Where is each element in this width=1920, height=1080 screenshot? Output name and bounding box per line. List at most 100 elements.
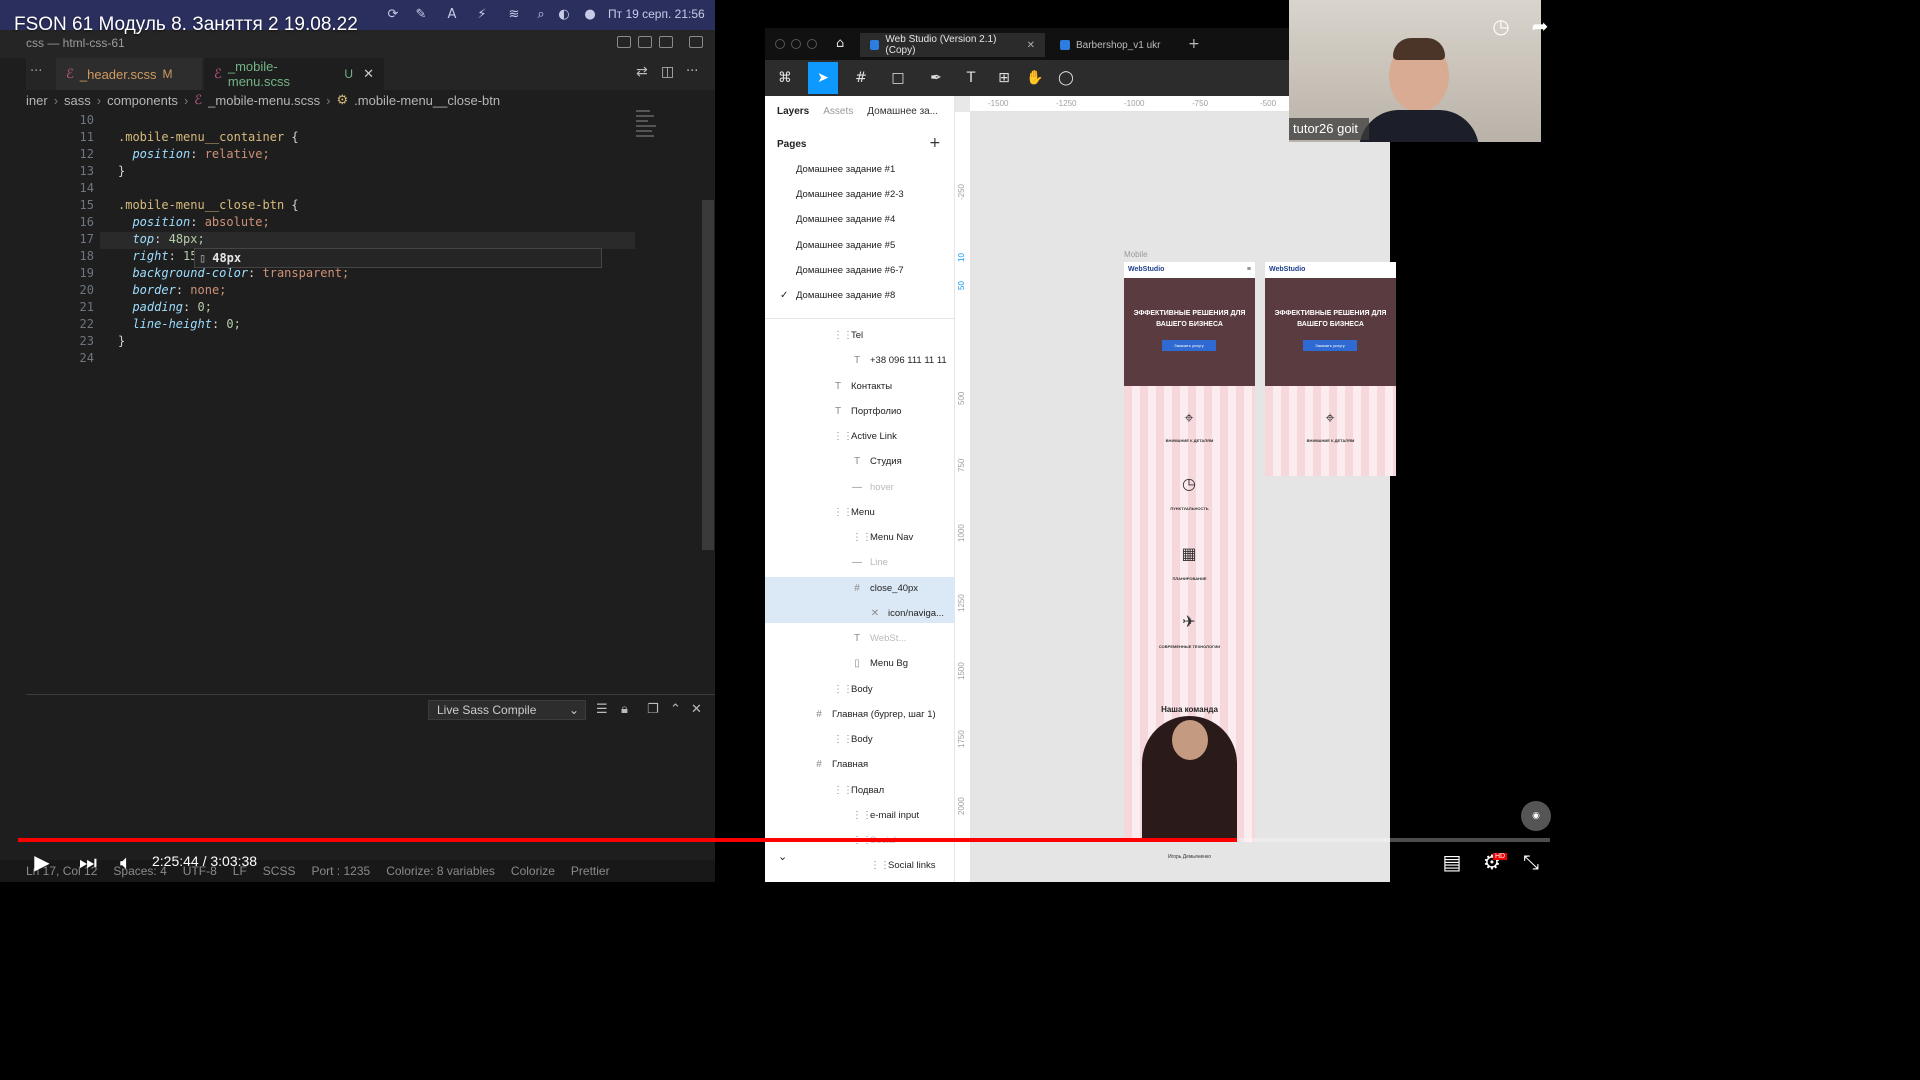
search-icon[interactable]: ⌕ xyxy=(533,7,549,23)
battery-icon[interactable]: ⚡ xyxy=(474,7,490,23)
page-item[interactable]: Домашнее задание #1 xyxy=(796,164,895,175)
figma-tab-webstudio[interactable]: Web Studio (Version 2.1) (Copy) ✕ xyxy=(860,33,1045,57)
tab-mobile-menu-scss[interactable]: ℰ _mobile-menu.scss U ✕ xyxy=(204,58,384,90)
maximize-panel-icon[interactable]: ⌃ xyxy=(670,702,681,717)
layer-item[interactable]: ✕ icon/naviga... xyxy=(870,608,944,619)
frame-label[interactable]: Mobile xyxy=(1124,250,1148,259)
siri-icon[interactable]: ● xyxy=(582,7,598,23)
layer-item[interactable]: — hover xyxy=(852,482,894,493)
pen-tool-icon[interactable]: ✒ xyxy=(925,68,947,88)
minimap[interactable] xyxy=(636,110,666,150)
output-channel-select[interactable]: Live Sass Compile ⌄ xyxy=(428,700,586,720)
add-page-icon[interactable]: + xyxy=(929,135,941,151)
shape-tool-icon[interactable]: □ xyxy=(887,68,909,88)
layer-item[interactable]: T Портфолио xyxy=(833,406,902,417)
pen-icon[interactable]: ✎ xyxy=(413,7,429,23)
breadcrumb-item[interactable]: sass xyxy=(64,93,91,108)
collapse-icon[interactable]: ⌄ xyxy=(778,850,787,863)
live-server-port[interactable]: Port : 1235 xyxy=(311,864,370,878)
toggle-sidebar-icon[interactable] xyxy=(617,36,631,48)
breadcrumb-item[interactable]: components xyxy=(107,93,178,108)
autocomplete-suggestion[interactable]: ▯ 48px xyxy=(194,248,602,268)
layer-item[interactable]: # close_40px xyxy=(852,583,918,594)
layer-item[interactable]: ⋮⋮ Active Link xyxy=(833,431,897,442)
split-editor-icon[interactable]: ◫ xyxy=(661,64,674,80)
layer-item[interactable]: T Студия xyxy=(852,456,902,467)
next-icon[interactable]: ⏭ xyxy=(76,850,100,874)
layer-item[interactable]: ⋮⋮ Menu xyxy=(833,507,875,518)
lock-icon[interactable]: 🔒︎ xyxy=(621,702,628,717)
layer-item[interactable]: # Главная (бургер, шаг 1) xyxy=(814,709,935,720)
volume-icon[interactable]: 🔈︎ xyxy=(114,850,138,874)
control-center-icon[interactable]: ◐ xyxy=(556,7,572,23)
layer-item[interactable]: ⋮⋮ Tel xyxy=(833,330,863,341)
colorize-vars[interactable]: Colorize: 8 variables xyxy=(386,864,495,878)
colorize[interactable]: Colorize xyxy=(511,864,555,878)
language-mode[interactable]: SCSS xyxy=(263,864,296,878)
font-icon[interactable]: A xyxy=(444,7,460,23)
tab-assets[interactable]: Assets xyxy=(823,106,853,117)
close-icon[interactable]: ✕ xyxy=(1027,40,1035,51)
close-panel-icon[interactable]: ✕ xyxy=(691,702,702,717)
page-item[interactable]: Домашнее задание #5 xyxy=(796,240,895,251)
new-tab-icon[interactable]: + xyxy=(1188,36,1200,52)
breadcrumb-item[interactable]: .mobile-menu__close-btn xyxy=(354,93,500,108)
autoplay-icon[interactable]: ◉ xyxy=(1521,801,1551,831)
more-actions-icon[interactable]: ··· xyxy=(686,64,698,79)
mobile-frame[interactable]: WebStudio ≡ ЭФФЕКТИВНЫЕ РЕШЕНИЯ ДЛЯ ВАШЕ… xyxy=(1124,262,1255,842)
page-item[interactable]: Домашнее задание #4 xyxy=(796,214,895,225)
window-zoom-dot[interactable] xyxy=(807,39,817,49)
breadcrumb-item[interactable]: iner xyxy=(26,93,48,108)
layer-item[interactable]: ▯ Menu Bg xyxy=(852,658,908,669)
play-icon[interactable]: ▶ xyxy=(30,850,54,874)
page-item[interactable]: Домашнее задание #8 xyxy=(796,290,895,301)
breadcrumb-item[interactable]: _mobile-menu.scss xyxy=(208,93,320,108)
layer-item[interactable]: T +38 096 111 11 11 xyxy=(852,355,947,366)
clear-output-icon[interactable]: ☰ xyxy=(596,702,608,717)
customize-layout-icon[interactable] xyxy=(689,36,703,48)
more-icon[interactable]: ··· xyxy=(30,64,42,79)
exit-fullscreen-icon[interactable]: ⤡ xyxy=(1519,850,1543,874)
page-selector[interactable]: Домашнее за... xyxy=(867,106,938,117)
layer-item[interactable]: ⋮⋮ Подвал xyxy=(833,785,884,796)
page-item[interactable]: Домашнее задание #2-3 xyxy=(796,189,904,200)
tab-layers[interactable]: Layers xyxy=(777,106,809,117)
mobile-frame-2[interactable]: WebStudio ЭФФЕКТИВНЫЕ РЕШЕНИЯ ДЛЯ ВАШЕГО… xyxy=(1265,262,1396,476)
figma-tab-barbershop[interactable]: Barbershop_v1 ukr xyxy=(1050,33,1180,57)
comment-tool-icon[interactable]: ◯ xyxy=(1055,68,1077,88)
layer-item[interactable]: ⋮⋮ Social links xyxy=(870,860,936,871)
sync-icon[interactable]: ⟳ xyxy=(385,7,401,23)
editor-scrollbar[interactable] xyxy=(702,200,714,550)
layer-item[interactable]: T Контакты xyxy=(833,381,892,392)
layer-item[interactable]: ⋮⋮ Body xyxy=(833,684,873,695)
video-title[interactable]: FSON 61 Модуль 8. Заняття 2 19.08.22 xyxy=(14,14,358,36)
window-minimize-dot[interactable] xyxy=(791,39,801,49)
layer-item[interactable]: T WebSt... xyxy=(852,633,906,644)
share-icon[interactable]: ➦ xyxy=(1527,14,1553,38)
progress-played[interactable] xyxy=(18,838,1238,842)
compare-icon[interactable]: ⇄ xyxy=(636,64,648,80)
toggle-secondary-sidebar-icon[interactable] xyxy=(659,36,673,48)
toggle-panel-icon[interactable] xyxy=(638,36,652,48)
layer-item[interactable]: — Line xyxy=(852,557,888,568)
subtitles-icon[interactable]: ▤ xyxy=(1440,850,1464,874)
layer-item[interactable]: ⋮⋮ Menu Nav xyxy=(852,532,913,543)
page-item[interactable]: Домашнее задание #6-7 xyxy=(796,265,904,276)
text-tool-icon[interactable]: T xyxy=(960,68,982,88)
move-tool-icon[interactable]: ➤ xyxy=(808,62,838,94)
window-close-dot[interactable] xyxy=(775,39,785,49)
close-icon[interactable]: ✕ xyxy=(363,66,374,82)
resources-icon[interactable]: ⊞ xyxy=(993,68,1015,88)
figma-menu-icon[interactable]: ⌘ xyxy=(774,68,796,88)
tab-header-scss[interactable]: ℰ _header.scss M xyxy=(56,58,202,90)
open-editor-icon[interactable]: ❐ xyxy=(647,702,659,717)
layer-item[interactable]: ⋮⋮ Body xyxy=(833,734,873,745)
layer-item[interactable]: ⋮⋮ e-mail input xyxy=(852,810,919,821)
layer-item[interactable]: # Главная xyxy=(814,759,868,770)
frame-tool-icon[interactable]: # xyxy=(850,68,872,88)
wifi-icon[interactable]: ≋ xyxy=(506,7,522,23)
watch-later-icon[interactable]: ◷ xyxy=(1488,14,1514,38)
home-icon[interactable]: ⌂ xyxy=(836,36,844,51)
hand-tool-icon[interactable]: ✋ xyxy=(1024,68,1046,88)
prettier[interactable]: Prettier xyxy=(571,864,610,878)
